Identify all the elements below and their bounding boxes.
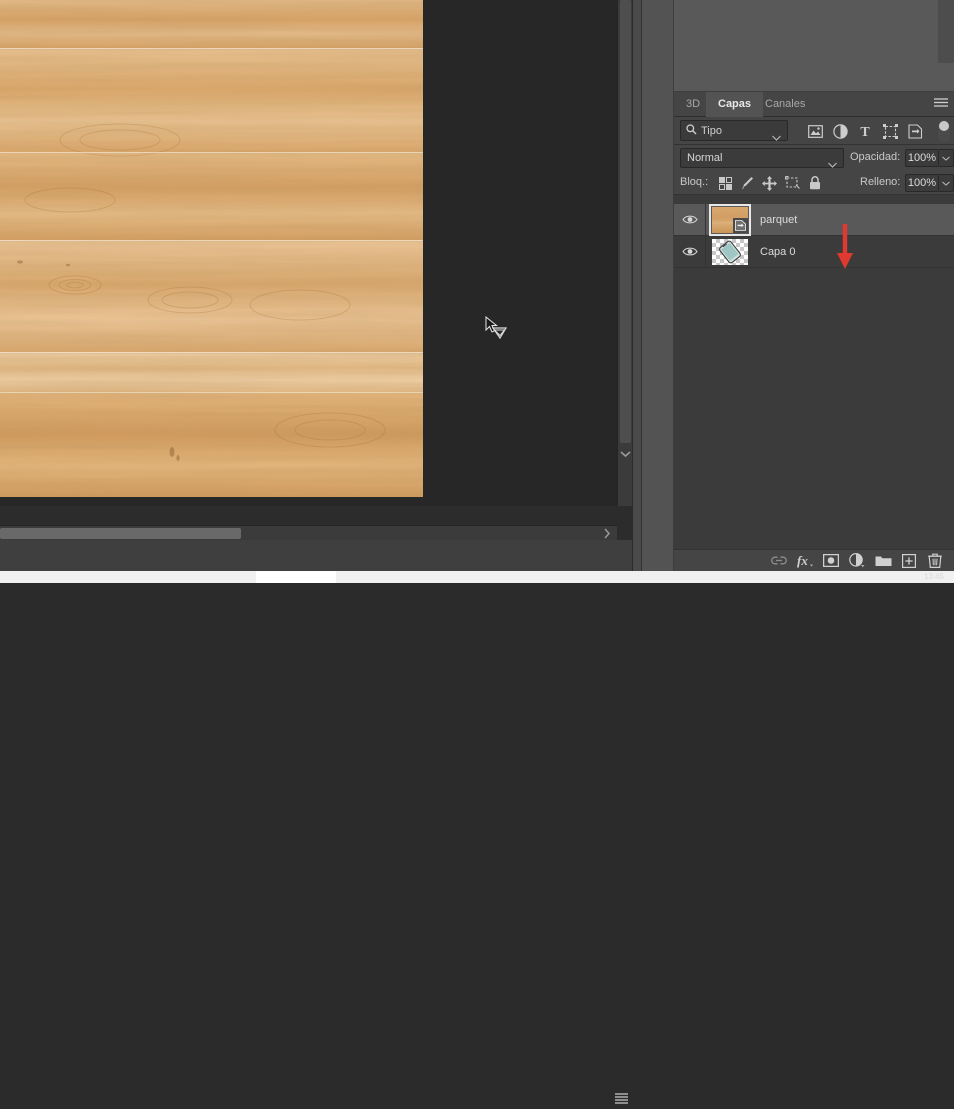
layer-thumbnail-wrap[interactable]	[710, 237, 750, 267]
delete-layer-icon[interactable]	[922, 550, 948, 572]
document-area	[0, 0, 632, 583]
smart-object-filter-icon[interactable]	[905, 122, 925, 140]
lock-image-pixels-icon[interactable]	[738, 175, 756, 191]
document-status-bar	[0, 540, 632, 571]
chevron-down-icon[interactable]	[618, 446, 633, 462]
chevron-down-icon[interactable]	[772, 128, 781, 146]
chevron-right-icon[interactable]	[600, 527, 614, 540]
pixel-layer-filter-icon[interactable]	[805, 122, 825, 140]
eye-visible-icon[interactable]	[674, 236, 706, 268]
fill-label: Relleno:	[860, 176, 900, 188]
layer-name[interactable]: Capa 0	[760, 246, 795, 258]
new-group-icon[interactable]	[870, 550, 896, 572]
table-row[interactable]: parquet	[674, 204, 954, 236]
layer-thumbnail-wrap[interactable]	[710, 205, 750, 235]
new-adjustment-layer-icon[interactable]	[844, 550, 870, 572]
hamburger-menu-icon[interactable]	[934, 97, 948, 115]
wood-grain-overlay	[0, 0, 423, 497]
plank-seam	[0, 240, 423, 242]
link-layers-icon[interactable]	[766, 550, 792, 572]
fill-input[interactable]: 100%	[905, 174, 939, 192]
new-layer-icon[interactable]	[896, 550, 922, 572]
smart-object-badge-icon	[733, 218, 748, 233]
blend-mode-value: Normal	[687, 152, 722, 164]
horizontal-scrollbar-thumb[interactable]	[0, 528, 241, 539]
search-icon	[686, 122, 697, 140]
fill-chevron-down-icon[interactable]	[939, 174, 954, 192]
canvas-bottom-gap	[0, 506, 617, 525]
canvas-vertical-scrollbar[interactable]	[617, 0, 632, 506]
layer-thumbnail-parquet[interactable]	[712, 207, 748, 233]
tab-canales[interactable]: Canales	[753, 92, 817, 117]
lasso-tool-cursor-icon	[484, 316, 510, 342]
add-layer-mask-icon[interactable]	[818, 550, 844, 572]
lock-label: Bloq.:	[680, 176, 708, 188]
vertical-scrollbar-thumb[interactable]	[620, 0, 631, 443]
layer-filter-type-select[interactable]: Tipo	[680, 120, 788, 141]
blend-mode-select[interactable]: Normal	[680, 148, 844, 168]
layer-filter-value: Tipo	[701, 125, 722, 137]
layer-thumbnail-capa-0[interactable]	[712, 239, 748, 265]
lock-row: Bloq.:	[674, 171, 954, 195]
lock-transparent-pixels-icon[interactable]	[716, 175, 734, 191]
filter-enable-toggle[interactable]	[938, 120, 950, 142]
red-pointer-arrow	[836, 224, 854, 269]
plank-seam	[0, 392, 423, 394]
layer-name[interactable]: parquet	[760, 214, 797, 226]
dock-right-shade	[938, 0, 954, 63]
artboard-parquet[interactable]	[0, 0, 423, 497]
taskbar-clock: 13:45	[924, 571, 944, 583]
layers-panel: 3D Capas Canales Tipo	[674, 92, 954, 571]
dock-splitter[interactable]	[632, 0, 642, 571]
canvas-horizontal-scrollbar[interactable]	[0, 525, 617, 540]
opacity-input[interactable]: 100%	[905, 149, 939, 167]
opacity-label: Opacidad:	[850, 151, 900, 163]
lock-artboard-nesting-icon[interactable]	[783, 175, 801, 191]
svg-text:fx: fx	[797, 553, 808, 568]
hamburger-menu-icon[interactable]	[615, 1091, 628, 1109]
svg-text:T: T	[860, 125, 870, 138]
table-row[interactable]: Capa 0	[674, 236, 954, 268]
shape-layer-filter-icon[interactable]	[880, 122, 900, 140]
panel-tab-bar: 3D Capas Canales	[674, 92, 954, 117]
layer-list[interactable]: parquet	[674, 204, 954, 549]
layer-filter-row: Tipo T	[674, 117, 954, 145]
plank-seam	[0, 48, 423, 50]
plank-seam	[0, 352, 423, 354]
text-layer-filter-icon[interactable]: T	[855, 122, 875, 140]
eye-visible-icon[interactable]	[674, 204, 706, 236]
lock-position-icon[interactable]	[760, 175, 778, 191]
blend-mode-row: Normal Opacidad: 100%	[674, 145, 954, 171]
dock-collapsed-rail[interactable]	[642, 0, 674, 571]
lock-all-icon[interactable]	[806, 175, 824, 191]
canvas-viewport[interactable]	[0, 0, 617, 506]
layer-style-fx-icon[interactable]: fx	[792, 550, 818, 572]
layers-panel-bottom-bar: fx	[674, 549, 954, 571]
plank-seam	[0, 152, 423, 154]
upper-panel-group	[674, 0, 954, 92]
taskbar-active-window[interactable]	[256, 571, 336, 583]
opacity-chevron-down-icon[interactable]	[939, 149, 954, 167]
adjustment-layer-filter-icon[interactable]	[830, 122, 850, 140]
taskbar[interactable]: 13:45	[0, 571, 954, 583]
